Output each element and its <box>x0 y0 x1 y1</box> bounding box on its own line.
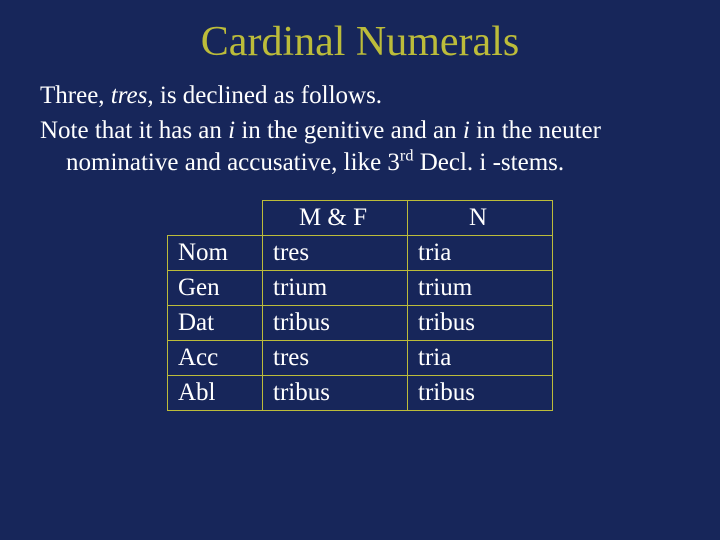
cell-n: tribus <box>408 305 553 340</box>
table-row: Abl tribus tribus <box>168 375 553 410</box>
cell-n: tria <box>408 235 553 270</box>
table-row: Gen trium trium <box>168 270 553 305</box>
table-header-row: M & F N <box>168 200 553 235</box>
text-fragment: in the genitive and an <box>235 117 463 144</box>
slide: Cardinal Numerals Three, tres, is declin… <box>0 0 720 540</box>
case-label: Nom <box>168 235 263 270</box>
cell-n: tribus <box>408 375 553 410</box>
ordinal-suffix: rd <box>400 146 414 164</box>
table-corner-cell <box>168 200 263 235</box>
intro-line: Three, tres, is declined as follows. <box>40 80 680 111</box>
cell-n: trium <box>408 270 553 305</box>
text-fragment: Decl. i -stems. <box>413 149 564 176</box>
text-fragment: Note that it has an <box>40 117 228 144</box>
declension-table-wrap: M & F N Nom tres tria Gen trium trium Da… <box>40 200 680 411</box>
cell-mf: trium <box>263 270 408 305</box>
cell-mf: tres <box>263 340 408 375</box>
col-header-mf: M & F <box>263 200 408 235</box>
table-row: Dat tribus tribus <box>168 305 553 340</box>
cell-mf: tribus <box>263 375 408 410</box>
case-label: Abl <box>168 375 263 410</box>
case-label: Acc <box>168 340 263 375</box>
table-row: Nom tres tria <box>168 235 553 270</box>
note-line: Note that it has an i in the genitive an… <box>40 115 680 178</box>
text-fragment: , is declined as follows. <box>147 82 382 109</box>
case-label: Dat <box>168 305 263 340</box>
cell-n: tria <box>408 340 553 375</box>
col-header-n: N <box>408 200 553 235</box>
text-fragment: Three, <box>40 82 111 109</box>
slide-title: Cardinal Numerals <box>40 18 680 66</box>
cell-mf: tribus <box>263 305 408 340</box>
table-row: Acc tres tria <box>168 340 553 375</box>
latin-word: tres <box>111 82 148 109</box>
cell-mf: tres <box>263 235 408 270</box>
case-label: Gen <box>168 270 263 305</box>
latin-letter: i <box>463 117 470 144</box>
declension-table: M & F N Nom tres tria Gen trium trium Da… <box>167 200 553 411</box>
